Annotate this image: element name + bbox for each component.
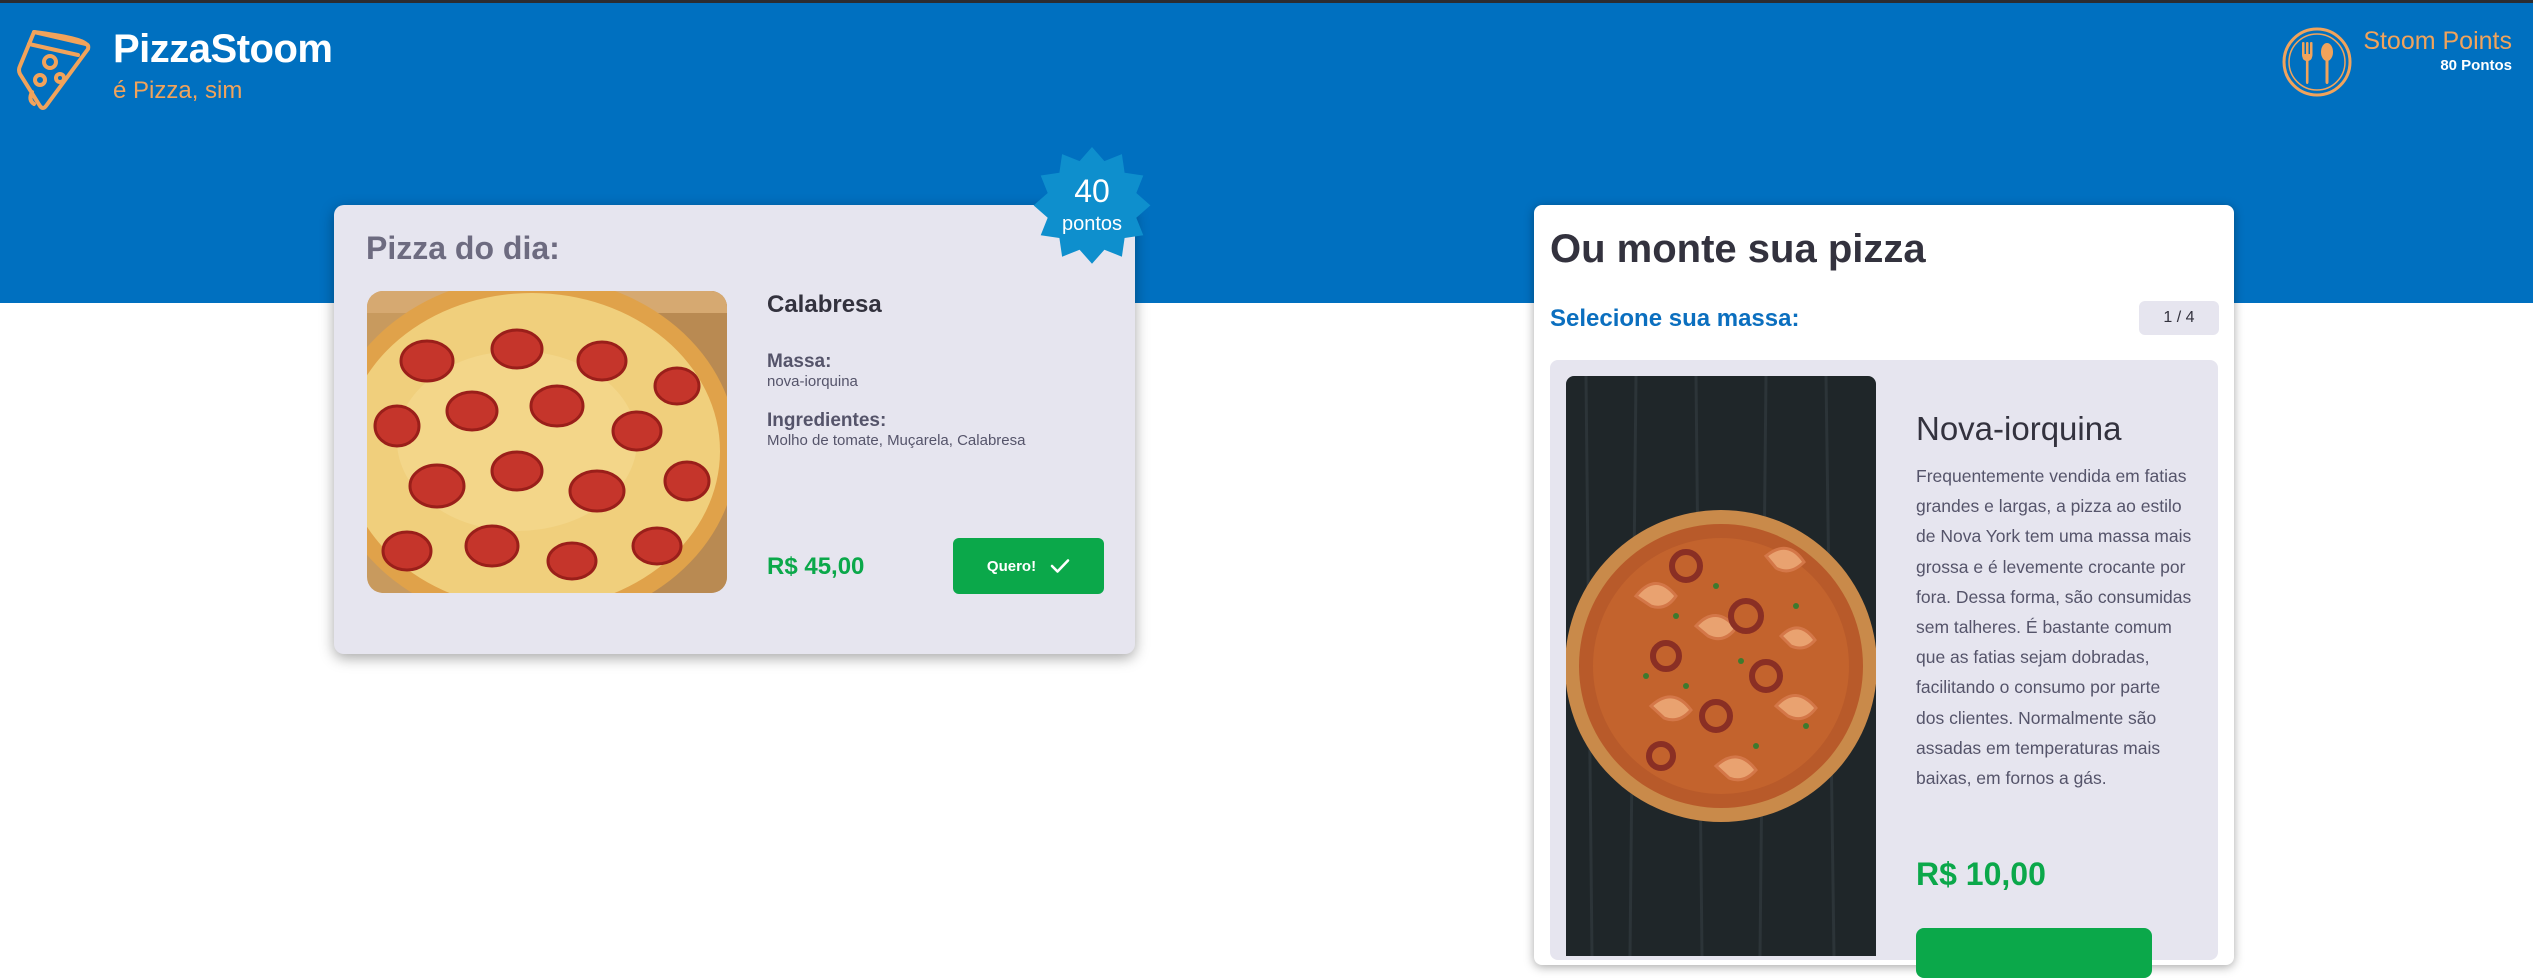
pizza-nova-iorquina-photo <box>1566 376 1876 956</box>
massa-option-description: Frequentemente vendida em fatias grandes… <box>1916 466 2192 789</box>
pizza-calabresa-photo <box>367 291 727 593</box>
massa-option-card[interactable]: Nova-iorquina Frequentemente vendida em … <box>1550 360 2218 978</box>
massa-option-name: Nova-iorquina <box>1916 410 2122 447</box>
badge-points-value: 40 <box>1074 173 1110 209</box>
pizza-name: Calabresa <box>767 291 882 318</box>
badge-points-label: pontos <box>1061 213 1123 235</box>
ingredientes-label: Ingredientes: <box>767 410 887 431</box>
quero-button-label: Quero! <box>986 557 1037 575</box>
pizza-slice-icon[interactable] <box>16 24 96 110</box>
pizza-do-dia-card: Pizza do dia: Calabresa Massa: nova-iorq… <box>334 205 1135 654</box>
massa-option-price: R$ 10,00 <box>1916 856 2046 892</box>
brand-tagline: é Pizza, sim <box>113 77 243 104</box>
pizza-price: R$ 45,00 <box>767 553 865 580</box>
pizza-do-dia-title: Pizza do dia: <box>366 230 560 266</box>
step-label: Selecione sua massa: <box>1550 305 1800 332</box>
fork-spoon-icon[interactable] <box>2281 26 2353 98</box>
points-value: 80 Pontos <box>2440 57 2512 74</box>
brand-title[interactable]: PizzaStoom <box>113 27 333 72</box>
points-title: Stoom Points <box>2363 27 2512 55</box>
quero-button[interactable]: Quero! <box>953 538 1104 594</box>
monte-title: Ou monte sua pizza <box>1550 227 1926 271</box>
ingredientes-value: Molho de tomate, Muçarela, Calabresa <box>767 432 1026 449</box>
step-counter: 1 / 4 <box>2139 301 2219 335</box>
massa-value: nova-iorquina <box>767 373 858 390</box>
check-icon <box>1050 559 1070 573</box>
select-massa-button[interactable] <box>1916 928 2152 978</box>
monte-pizza-card: Ou monte sua pizza Selecione sua massa: … <box>1534 205 2234 978</box>
points-badge: 40 pontos <box>1025 139 1159 273</box>
massa-label: Massa: <box>767 351 832 372</box>
